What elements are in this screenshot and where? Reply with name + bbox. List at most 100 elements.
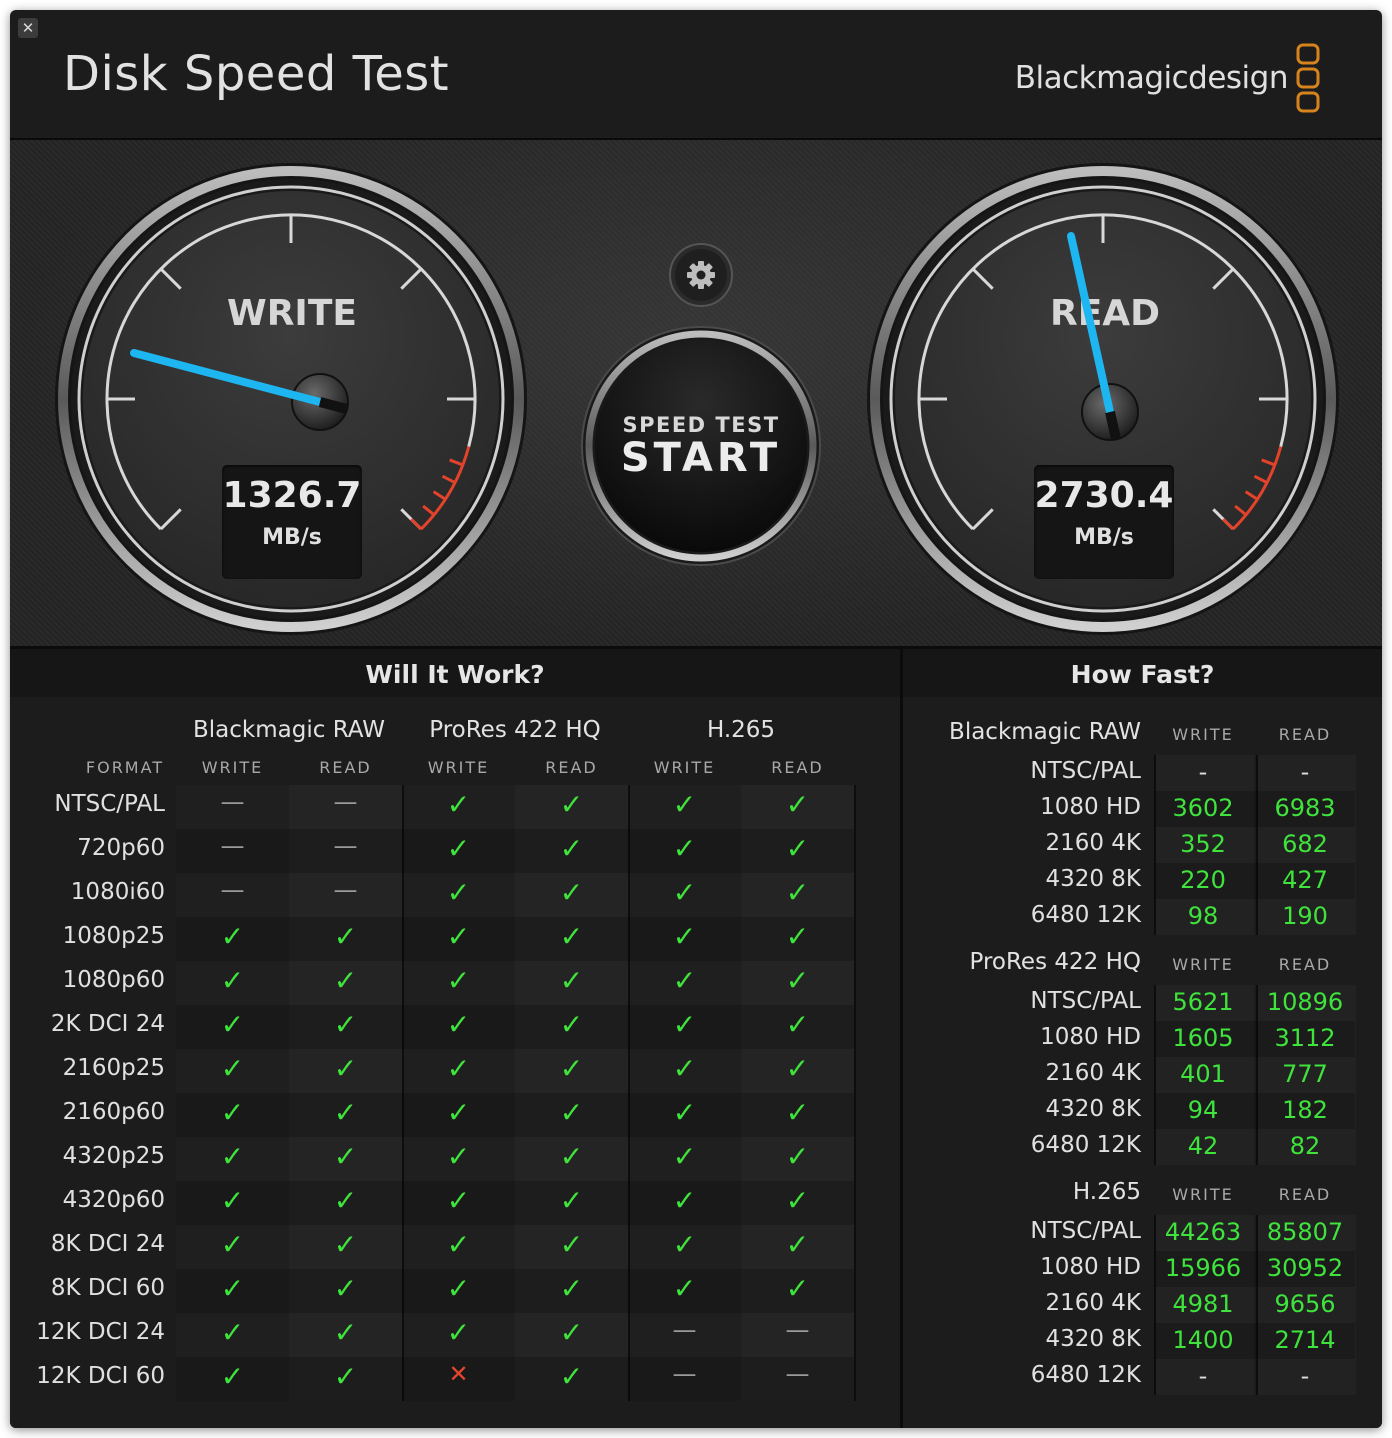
- app-title: Disk Speed Test: [63, 46, 450, 102]
- format-label: 720p60: [77, 835, 165, 861]
- check-icon: ✓: [672, 876, 697, 909]
- dash-icon: —: [672, 1316, 697, 1344]
- read-speed-value: 2730.4: [1034, 475, 1174, 516]
- fps-value: 94: [1187, 1096, 1219, 1124]
- check-icon: ✓: [220, 920, 245, 953]
- fps-value: 1605: [1172, 1024, 1234, 1052]
- fps-value: 85807: [1266, 1218, 1344, 1246]
- rw-header: READ: [1278, 725, 1332, 744]
- check-icon: ✓: [220, 1272, 245, 1305]
- check-icon: ✓: [785, 1140, 810, 1173]
- settings-button[interactable]: [669, 243, 733, 307]
- check-icon: ✓: [785, 1096, 810, 1129]
- gear-icon: [669, 243, 733, 307]
- check-icon: ✓: [333, 1272, 358, 1305]
- format-label: NTSC/PAL: [1030, 758, 1141, 784]
- fps-value: -: [1198, 758, 1208, 786]
- check-icon: ✓: [446, 920, 471, 953]
- rw-header: WRITE: [653, 758, 716, 777]
- fps-value: -: [1198, 1362, 1208, 1390]
- format-label: 2160 4K: [1045, 1290, 1141, 1316]
- cross-icon: ✕: [448, 1360, 469, 1388]
- format-label: NTSC/PAL: [1030, 1218, 1141, 1244]
- check-icon: ✓: [333, 1052, 358, 1085]
- check-icon: ✓: [672, 964, 697, 997]
- format-label: 2K DCI 24: [50, 1011, 165, 1037]
- fps-value: 9656: [1274, 1290, 1336, 1318]
- read-value-box: 2730.4 MB/s: [1034, 465, 1174, 579]
- fps-value: 352: [1180, 830, 1226, 858]
- check-icon: ✓: [672, 1052, 697, 1085]
- check-icon: ✓: [333, 964, 358, 997]
- fps-value: 190: [1282, 902, 1328, 930]
- write-speed-value: 1326.7: [222, 475, 362, 516]
- fps-value: 3602: [1172, 794, 1234, 822]
- format-header: FORMAT: [85, 758, 165, 777]
- check-icon: ✓: [785, 1184, 810, 1217]
- dash-icon: —: [220, 832, 245, 860]
- check-icon: ✓: [220, 1052, 245, 1085]
- check-icon: ✓: [559, 1360, 584, 1393]
- codec-header: Blackmagic RAW: [193, 717, 385, 743]
- will-it-work-title: Will It Work?: [10, 649, 900, 697]
- check-icon: ✓: [446, 876, 471, 909]
- format-label: 1080 HD: [1040, 794, 1141, 820]
- format-label: 6480 12K: [1030, 902, 1141, 928]
- check-icon: ✓: [785, 1052, 810, 1085]
- check-icon: ✓: [559, 1096, 584, 1129]
- format-label: NTSC/PAL: [54, 791, 165, 817]
- codec-header: H.265: [706, 717, 776, 743]
- check-icon: ✓: [220, 1184, 245, 1217]
- codec-header: ProRes 422 HQ: [429, 717, 601, 743]
- brand-logo-icon: [1296, 43, 1320, 113]
- dash-icon: —: [220, 788, 245, 816]
- check-icon: ✓: [446, 1096, 471, 1129]
- check-icon: ✓: [672, 1272, 697, 1305]
- check-icon: ✓: [559, 788, 584, 821]
- check-icon: ✓: [220, 1228, 245, 1261]
- format-label: 2160 4K: [1045, 1060, 1141, 1086]
- check-icon: ✓: [785, 1008, 810, 1041]
- check-icon: ✓: [446, 964, 471, 997]
- check-icon: ✓: [220, 1360, 245, 1393]
- brand-wordmark: Blackmagicdesign: [1014, 60, 1289, 96]
- fps-value: 82: [1289, 1132, 1321, 1160]
- codec-header: ProRes 422 HQ: [969, 949, 1142, 975]
- rw-header: READ: [545, 758, 598, 777]
- check-icon: ✓: [220, 1316, 245, 1349]
- format-label: 12K DCI 24: [36, 1319, 165, 1345]
- read-speed-unit: MB/s: [1074, 525, 1134, 550]
- check-icon: ✓: [446, 1052, 471, 1085]
- check-icon: ✓: [785, 920, 810, 953]
- format-label: 1080p60: [62, 967, 165, 993]
- check-icon: ✓: [446, 788, 471, 821]
- format-label: NTSC/PAL: [1030, 988, 1141, 1014]
- codec-header: H.265: [1072, 1179, 1141, 1205]
- format-label: 4320 8K: [1045, 1326, 1141, 1352]
- format-label: 2160p25: [62, 1055, 165, 1081]
- dash-icon: —: [333, 788, 358, 816]
- rw-header: WRITE: [427, 758, 490, 777]
- check-icon: ✓: [446, 1228, 471, 1261]
- codec-header: Blackmagic RAW: [949, 719, 1141, 745]
- write-speed-unit: MB/s: [262, 525, 322, 550]
- rw-header: WRITE: [1172, 955, 1234, 974]
- check-icon: ✓: [559, 1272, 584, 1305]
- rw-header: WRITE: [1172, 725, 1234, 744]
- check-icon: ✓: [333, 920, 358, 953]
- check-icon: ✓: [446, 1008, 471, 1041]
- dash-icon: —: [785, 1316, 810, 1344]
- check-icon: ✓: [220, 964, 245, 997]
- gauge-panel: SPEED TEST START WRITE 1326.7 MB/s READ …: [10, 140, 1382, 647]
- format-label: 1080p25: [62, 923, 165, 949]
- check-icon: ✓: [333, 1228, 358, 1261]
- fps-value: -: [1300, 758, 1310, 786]
- start-button[interactable]: SPEED TEST START: [580, 325, 822, 567]
- check-icon: ✓: [785, 1272, 810, 1305]
- rw-header: WRITE: [201, 758, 264, 777]
- close-icon[interactable]: ✕: [18, 18, 38, 38]
- format-label: 1080 HD: [1040, 1254, 1141, 1280]
- rw-header: READ: [1278, 955, 1332, 974]
- check-icon: ✓: [333, 1140, 358, 1173]
- fps-value: 220: [1180, 866, 1226, 894]
